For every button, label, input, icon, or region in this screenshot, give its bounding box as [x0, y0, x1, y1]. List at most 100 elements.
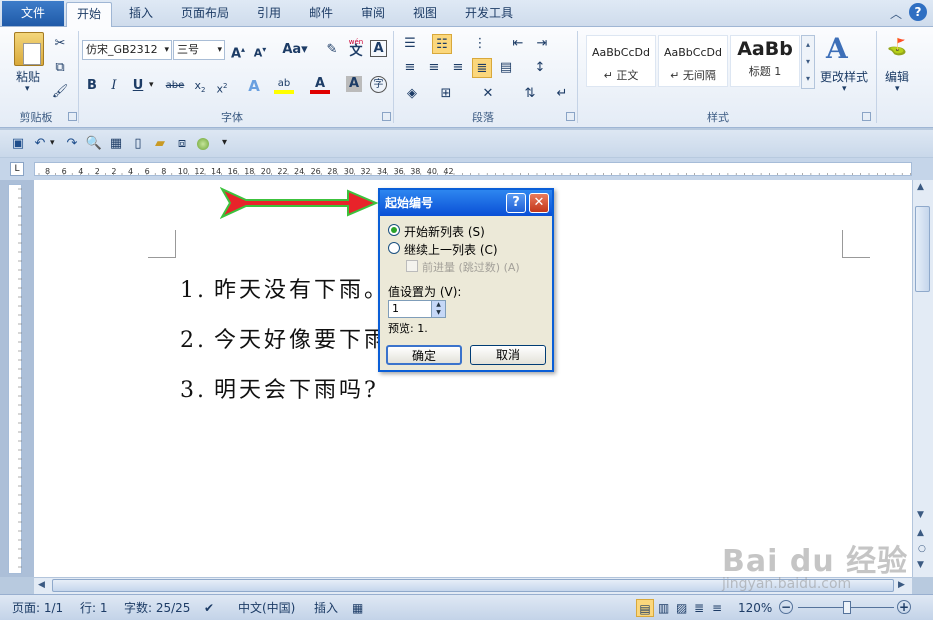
- zoom-out-icon[interactable]: −: [779, 600, 793, 614]
- scroll-down-icon[interactable]: ▼: [917, 510, 924, 520]
- font-size-combo[interactable]: 三号 ▾: [173, 40, 225, 60]
- char-border-icon[interactable]: A: [370, 40, 387, 57]
- tab-review[interactable]: 审阅: [350, 2, 396, 27]
- tab-mailings[interactable]: 邮件: [298, 2, 344, 27]
- next-page-icon[interactable]: ▼: [917, 560, 924, 570]
- cut-icon[interactable]: ✂: [50, 34, 70, 54]
- font-launcher-icon[interactable]: [382, 112, 391, 121]
- vertical-ruler[interactable]: [8, 184, 22, 574]
- ribbon-minimize-icon[interactable]: ︿: [890, 5, 902, 22]
- browse-object-icon[interactable]: ○: [918, 544, 926, 554]
- style-no-spacing[interactable]: AaBbCcDd ↵ 无间隔: [658, 35, 728, 87]
- zoom-level[interactable]: 120%: [738, 599, 772, 617]
- full-screen-reading-icon[interactable]: ▥: [658, 599, 669, 617]
- text-effects-icon[interactable]: A: [244, 76, 264, 96]
- help-icon[interactable]: ?: [909, 3, 927, 21]
- close-button[interactable]: ✕: [529, 193, 549, 213]
- strikethrough-icon[interactable]: abe: [162, 76, 188, 96]
- clear-format-icon[interactable]: ✎: [322, 40, 342, 60]
- enclose-char-icon[interactable]: 字: [370, 76, 387, 93]
- justify-icon[interactable]: ≣: [472, 58, 492, 78]
- list-item[interactable]: 3. 明天会下雨吗?: [180, 372, 379, 404]
- paste-icon[interactable]: [14, 32, 44, 66]
- font-color-icon[interactable]: A: [310, 74, 330, 94]
- change-styles-icon[interactable]: A: [826, 32, 848, 65]
- line-spacing-icon[interactable]: ↕: [530, 58, 550, 78]
- clipboard-launcher-icon[interactable]: [68, 112, 77, 121]
- style-normal[interactable]: AaBbCcDd ↵ 正文: [586, 35, 656, 87]
- stepper-up-icon[interactable]: ▲: [431, 301, 445, 309]
- print-layout-icon[interactable]: ▤: [636, 599, 654, 617]
- vertical-scrollbar[interactable]: ▲ ▼ ▲ ○ ▼: [912, 180, 933, 577]
- paragraph-launcher-icon[interactable]: [566, 112, 575, 121]
- paste-dropdown-icon[interactable]: ▾: [25, 84, 30, 94]
- italic-icon[interactable]: I: [104, 76, 124, 96]
- advance-checkbox[interactable]: [406, 260, 418, 272]
- increase-indent-icon[interactable]: ⇥: [532, 34, 552, 54]
- decrease-indent-icon[interactable]: ⇤: [508, 34, 528, 54]
- align-left-icon[interactable]: ≡: [400, 58, 420, 78]
- dialog-title[interactable]: 起始编号: [380, 190, 552, 216]
- tab-references[interactable]: 引用: [246, 2, 292, 27]
- styles-gallery-scroll[interactable]: ▴ ▾ ▾: [801, 35, 815, 89]
- prev-page-icon[interactable]: ▲: [917, 528, 924, 538]
- cancel-button[interactable]: 取消: [470, 345, 546, 365]
- change-styles-button[interactable]: 更改样式: [820, 68, 868, 85]
- ok-button[interactable]: 确定: [386, 345, 462, 365]
- help-button[interactable]: ?: [506, 193, 526, 213]
- copy-icon[interactable]: ⧉: [50, 58, 70, 78]
- status-line[interactable]: 行: 1: [80, 599, 108, 617]
- underline-dropdown-icon[interactable]: ▾: [149, 80, 154, 90]
- shrink-font-icon[interactable]: A▾: [250, 40, 270, 60]
- zoom-in-icon[interactable]: +: [897, 600, 911, 614]
- tab-insert[interactable]: 插入: [118, 2, 164, 27]
- proofing-icon[interactable]: ✔: [204, 599, 214, 617]
- status-language[interactable]: 中文(中国): [238, 599, 295, 617]
- superscript-icon[interactable]: x2: [212, 76, 232, 96]
- undo-dropdown-icon[interactable]: ▾: [50, 138, 55, 148]
- subscript-icon[interactable]: x2: [190, 76, 210, 96]
- styles-launcher-icon[interactable]: [862, 112, 871, 121]
- status-circle-icon[interactable]: [197, 138, 209, 150]
- customize-icon[interactable]: ⧈: [172, 134, 192, 154]
- editing-button[interactable]: 编辑: [885, 68, 909, 85]
- print-icon[interactable]: ▦: [106, 134, 126, 154]
- char-shading-icon[interactable]: A: [346, 76, 362, 92]
- tab-view[interactable]: 视图: [402, 2, 448, 27]
- tab-home[interactable]: 开始: [66, 2, 112, 27]
- value-stepper[interactable]: 1 ▲ ▼: [388, 300, 446, 318]
- list-item[interactable]: 1. 昨天没有下雨。: [180, 272, 389, 304]
- save-icon[interactable]: ▣: [8, 134, 28, 154]
- sort-icon[interactable]: ⇅: [520, 84, 540, 104]
- status-word-count[interactable]: 字数: 25/25: [124, 599, 190, 617]
- radio-continue-list-label[interactable]: 继续上一列表 (C): [404, 241, 498, 258]
- draft-icon[interactable]: ≡: [712, 599, 722, 617]
- value-input[interactable]: 1: [392, 302, 399, 315]
- scroll-left-icon[interactable]: ◀: [38, 580, 45, 590]
- zoom-slider-thumb[interactable]: [843, 601, 851, 614]
- web-layout-icon[interactable]: ▨: [676, 599, 687, 617]
- align-right-icon[interactable]: ≡: [448, 58, 468, 78]
- tab-stop-selector-icon[interactable]: L: [10, 162, 24, 176]
- macro-record-icon[interactable]: ▦: [352, 599, 363, 617]
- show-marks-icon[interactable]: ↵: [552, 84, 572, 104]
- underline-icon[interactable]: U: [128, 76, 148, 96]
- qat-customize-dropdown-icon[interactable]: ▾: [222, 137, 227, 148]
- highlight-icon[interactable]: ab: [274, 74, 294, 94]
- phonetic-guide-icon[interactable]: wén 文: [346, 38, 366, 58]
- paste-button[interactable]: 粘贴: [16, 68, 40, 85]
- tab-file[interactable]: 文件: [2, 1, 64, 26]
- font-name-combo[interactable]: 仿宋_GB2312 ▾: [82, 40, 172, 60]
- outline-icon[interactable]: ≣: [694, 599, 704, 617]
- shading-icon[interactable]: ◈: [402, 84, 422, 104]
- numbering-icon[interactable]: ☷: [432, 34, 452, 54]
- scroll-thumb[interactable]: [915, 206, 930, 292]
- multilevel-list-icon[interactable]: ⋮: [470, 34, 490, 54]
- scroll-up-icon[interactable]: ▲: [917, 182, 924, 192]
- bold-icon[interactable]: B: [82, 76, 102, 96]
- chinese-layout-icon[interactable]: ✕: [478, 84, 498, 104]
- change-case-icon[interactable]: Aa▾: [282, 40, 308, 60]
- horizontal-ruler[interactable]: 8 6 4 2 2 4 6 8 10 12 14 16 18 20 22 24 26 28 30 32 34 36 38 40…: [34, 162, 912, 176]
- list-item[interactable]: 2. 今天好像要下雨: [180, 322, 389, 354]
- style-heading-1[interactable]: AaBb 标题 1: [730, 35, 800, 87]
